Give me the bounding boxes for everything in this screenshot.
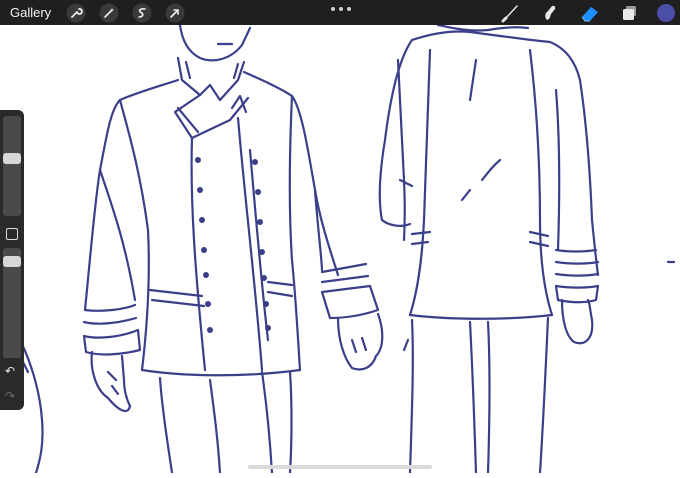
right-tool-group bbox=[483, 0, 680, 25]
sketch-artwork bbox=[18, 23, 676, 475]
wrench-icon[interactable] bbox=[65, 2, 87, 24]
gallery-button[interactable]: Gallery bbox=[10, 5, 51, 20]
redo-icon[interactable]: ↷ bbox=[5, 390, 15, 402]
opacity-thumb[interactable] bbox=[3, 256, 21, 267]
brush-size-slider[interactable] bbox=[3, 116, 21, 216]
smudge-icon[interactable] bbox=[537, 0, 563, 25]
transform-arrow-icon[interactable] bbox=[164, 2, 186, 24]
more-options-icon[interactable] bbox=[331, 5, 351, 13]
home-indicator bbox=[248, 465, 432, 469]
drawing-canvas[interactable] bbox=[0, 23, 680, 475]
left-sidebar: ↶ ↷ bbox=[0, 110, 24, 410]
top-toolbar: Gallery bbox=[0, 0, 680, 25]
modify-button[interactable] bbox=[6, 228, 18, 240]
magic-wand-icon[interactable] bbox=[98, 2, 120, 24]
selection-icon[interactable] bbox=[131, 2, 153, 24]
brush-icon[interactable] bbox=[497, 0, 523, 25]
brush-size-thumb[interactable] bbox=[3, 153, 21, 164]
color-picker-button[interactable] bbox=[657, 3, 675, 22]
eraser-icon[interactable] bbox=[577, 0, 603, 25]
layers-icon[interactable] bbox=[617, 0, 643, 25]
undo-icon[interactable]: ↶ bbox=[5, 365, 15, 377]
opacity-slider[interactable] bbox=[3, 248, 21, 358]
